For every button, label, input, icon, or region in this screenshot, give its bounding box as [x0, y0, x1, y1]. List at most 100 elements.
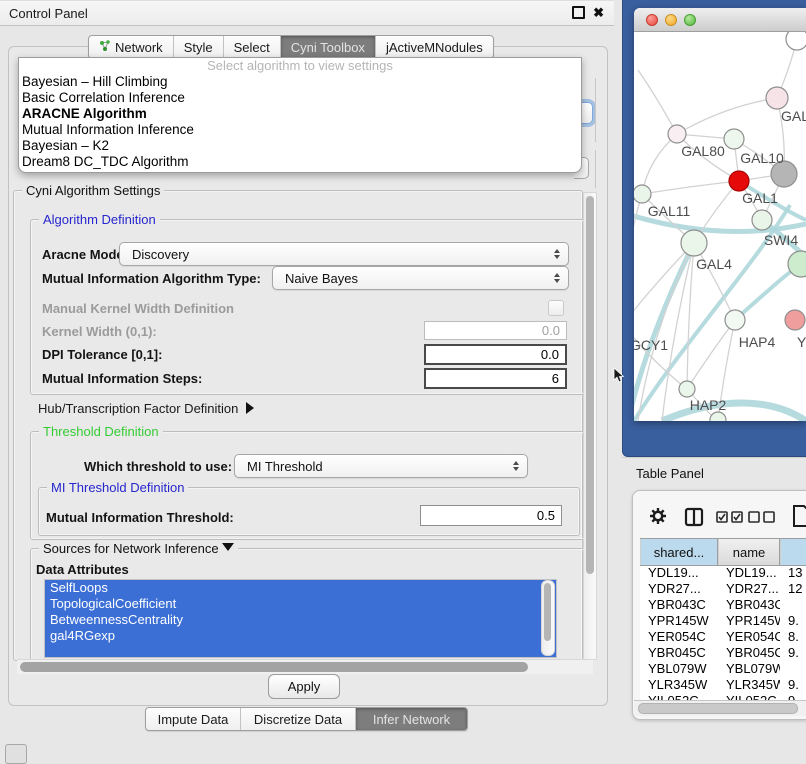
network-edge[interactable] [677, 98, 777, 134]
network-node-swi4[interactable] [752, 210, 772, 230]
table-cell: 8. [780, 629, 806, 645]
mi-threshold-value: 0.5 [537, 508, 555, 523]
table-cell: YBR045C [718, 645, 780, 661]
kernel-width-field[interactable]: 0.0 [424, 321, 567, 340]
tab-discretize-data[interactable]: Discretize Data [241, 708, 356, 730]
checked-boxes-icon[interactable] [716, 511, 744, 524]
network-edge[interactable] [638, 70, 677, 134]
network-edge[interactable] [642, 134, 677, 194]
table-horizontal-scrollbar[interactable] [634, 700, 806, 716]
table-row[interactable]: YLR345WYLR345W9. [640, 677, 806, 693]
hub-definition-toggle[interactable]: Hub/Transcription Factor Definition [38, 401, 254, 416]
float-window-icon[interactable] [572, 6, 585, 19]
algorithm-option[interactable]: Bayesian – Hill Climbing [19, 74, 581, 90]
unchecked-boxes-icon[interactable] [748, 511, 776, 524]
network-node-gal1[interactable] [729, 171, 749, 191]
network-node-gal80[interactable] [668, 125, 686, 143]
network-node[interactable] [786, 32, 806, 50]
export-table-icon[interactable] [792, 504, 806, 528]
mi-threshold-field[interactable]: 0.5 [420, 505, 562, 526]
network-node-gal10[interactable] [724, 129, 744, 149]
network-edge-thick[interactable] [662, 403, 806, 421]
mi-threshold-label: Mutual Information Threshold: [46, 510, 234, 525]
table-cell: YER054C [718, 629, 780, 645]
network-edge[interactable] [687, 243, 694, 389]
algorithm-option[interactable]: ARACNE Algorithm [19, 106, 581, 122]
attribute-item[interactable]: TopologicalCoefficient [45, 596, 556, 612]
column-split-icon[interactable] [684, 507, 704, 527]
tab-network[interactable]: Network [89, 36, 174, 58]
mi-algorithm-type-combo[interactable]: Naive Bayes [272, 266, 569, 290]
sources-title[interactable]: Sources for Network Inference [39, 541, 238, 556]
mac-minimize-icon[interactable] [665, 14, 677, 26]
algorithm-option[interactable]: Basic Correlation Inference [19, 90, 581, 106]
table-row[interactable]: YDR27...YDR27...12 [640, 581, 806, 597]
algorithm-dropdown[interactable]: Select algorithm to view settings Bayesi… [18, 57, 582, 173]
table-body[interactable]: YDL19...YDL19...13YDR27...YDR27...12YBR0… [640, 565, 806, 709]
network-node-hap4[interactable] [725, 310, 745, 330]
column-header[interactable]: name [718, 539, 780, 565]
combo-arrows-icon [508, 461, 524, 471]
dpi-tolerance-value: 0.0 [541, 347, 559, 362]
network-node-gal11[interactable] [634, 185, 651, 203]
apply-button[interactable]: Apply [268, 674, 340, 699]
attribute-item[interactable]: SelfLoops [45, 580, 556, 596]
network-node-hap2[interactable] [679, 381, 695, 397]
mi-steps-field[interactable]: 6 [424, 368, 567, 389]
network-node-label: SWI4 [764, 232, 798, 248]
network-node[interactable] [710, 412, 726, 421]
attribute-item[interactable]: BetweennessCentrality [45, 612, 556, 628]
network-node-y[interactable] [785, 310, 805, 330]
algorithm-option[interactable]: Mutual Information Inference [19, 122, 581, 138]
table-row[interactable]: YDL19...YDL19...13 [640, 565, 806, 581]
mac-zoom-icon[interactable] [684, 14, 696, 26]
tab-impute-data[interactable]: Impute Data [146, 708, 241, 730]
settings-vertical-scrollbar[interactable] [583, 192, 597, 660]
network-edge[interactable] [642, 181, 739, 194]
network-canvas[interactable]: GALGAL80GAL10GAL1GAL11SWI4GAL4GCY1HAP4YH… [634, 32, 806, 421]
dpi-tolerance-field[interactable]: 0.0 [424, 344, 567, 365]
network-node-gal4[interactable] [681, 230, 707, 256]
table-row[interactable]: YPR145WYPR145W9. [640, 613, 806, 629]
network-node-gal[interactable] [766, 87, 788, 109]
close-icon[interactable]: ✖ [593, 6, 604, 19]
mac-close-icon[interactable] [646, 14, 658, 26]
aracne-mode-combo[interactable]: Discovery [119, 242, 569, 266]
algorithm-option[interactable]: Bayesian – K2 [19, 138, 581, 154]
network-node-label: GCY1 [634, 337, 668, 353]
combo-arrows-icon [549, 273, 565, 283]
tab-style[interactable]: Style [174, 36, 224, 58]
screen: { "colors": { "selection_blue": "#3c6fd6… [0, 0, 806, 762]
hub-definition-label: Hub/Transcription Factor Definition [38, 401, 238, 416]
which-threshold-label: Which threshold to use: [84, 459, 232, 474]
manual-kernel-checkbox[interactable] [548, 300, 564, 316]
attribute-item-partial[interactable] [45, 644, 556, 658]
attributes-scrollbar[interactable] [541, 580, 555, 656]
tab-select[interactable]: Select [224, 36, 281, 58]
attribute-item[interactable]: gal4RGexp [45, 628, 556, 644]
column-header[interactable] [780, 539, 806, 565]
tab-infer-network[interactable]: Infer Network [356, 708, 467, 730]
expand-arrow-icon[interactable] [246, 402, 254, 414]
settings-horizontal-scrollbar[interactable] [17, 659, 593, 674]
column-header[interactable]: shared... [640, 539, 718, 565]
control-panel-tabbar: Network StyleSelectCyni ToolboxjActiveMNo… [88, 35, 494, 59]
algorithm-option[interactable]: Dream8 DC_TDC Algorithm [19, 154, 581, 170]
network-window-titlebar[interactable] [634, 8, 806, 32]
table-row[interactable]: YBR043CYBR043C [640, 597, 806, 613]
tab-jactivemnodules[interactable]: jActiveMNodules [376, 36, 493, 58]
table-header-row[interactable]: shared...name [640, 538, 806, 566]
data-attributes-list[interactable]: SelfLoopsTopologicalCoefficientBetweenne… [44, 579, 557, 658]
tab-label: Network [115, 40, 163, 55]
table-row[interactable]: YBL079WYBL079W [640, 661, 806, 677]
mi-steps-label: Mutual Information Steps: [42, 371, 202, 386]
table-cell [780, 597, 806, 613]
which-threshold-combo[interactable]: MI Threshold [234, 454, 528, 478]
tab-cyni-toolbox[interactable]: Cyni Toolbox [281, 36, 376, 58]
table-row[interactable]: YER054CYER054C8. [640, 629, 806, 645]
table-row[interactable]: YBR045CYBR045C9. [640, 645, 806, 661]
overview-grid-icon[interactable] [5, 744, 27, 764]
gear-icon[interactable] [648, 506, 668, 526]
collapse-arrow-icon[interactable] [222, 543, 234, 551]
table-cell: 9. [780, 645, 806, 661]
